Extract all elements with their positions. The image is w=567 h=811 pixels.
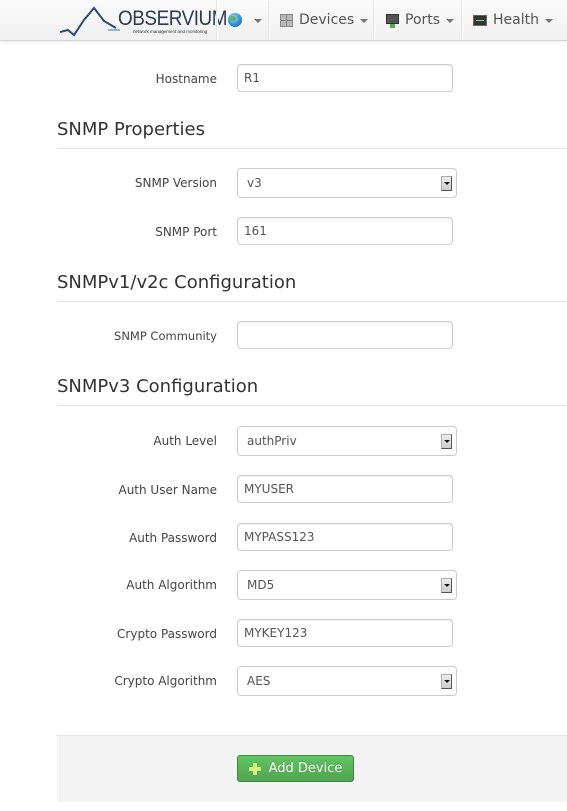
nav-globe-menu[interactable]	[228, 0, 262, 40]
logo-title: OBSERVIUM	[118, 7, 228, 30]
section-snmp-v1v2c: SNMPv1/v2c Configuration	[57, 272, 297, 293]
dropdown-arrow-icon[interactable]	[441, 674, 452, 689]
ports-icon	[386, 13, 399, 28]
auth-algorithm-value: MD5	[247, 578, 275, 592]
nav-health-menu[interactable]: Health	[473, 0, 553, 40]
section-divider	[57, 301, 567, 302]
auth-level-label: Auth Level	[153, 434, 217, 448]
crypto-algorithm-value: AES	[247, 674, 271, 688]
section-snmp-v3: SNMPv3 Configuration	[57, 376, 259, 397]
auth-password-label: Auth Password	[129, 531, 217, 545]
nav-ports-label: Ports	[405, 12, 441, 28]
auth-algorithm-label: Auth Algorithm	[126, 578, 217, 592]
crypto-password-label: Crypto Password	[117, 627, 217, 641]
crypto-algorithm-row: Crypto Algorithm AES	[0, 666, 567, 696]
auth-user-name-row: Auth User Name MYUSER	[0, 475, 567, 505]
globe-icon	[228, 13, 242, 27]
snmp-community-label: SNMP Community	[114, 329, 217, 343]
snmp-port-input[interactable]: 161	[237, 217, 453, 245]
plus-icon	[248, 762, 261, 775]
crypto-password-input[interactable]: MYKEY123	[237, 619, 453, 647]
hostname-input[interactable]: R1	[237, 64, 453, 92]
snmp-port-label: SNMP Port	[155, 225, 217, 239]
section-divider	[57, 405, 567, 406]
auth-level-row: Auth Level authPriv	[0, 426, 567, 456]
nav-devices-menu[interactable]: Devices	[280, 0, 369, 40]
snmp-version-row: SNMP Version v3	[0, 168, 567, 198]
caret-down-icon	[446, 19, 455, 23]
crypto-password-row: Crypto Password MYKEY123	[0, 619, 567, 649]
snmp-port-row: SNMP Port 161	[0, 217, 567, 247]
auth-password-row: Auth Password MYPASS123	[0, 523, 567, 553]
nav-divider	[268, 0, 270, 40]
snmp-version-label: SNMP Version	[134, 176, 217, 190]
dropdown-arrow-icon[interactable]	[441, 434, 452, 449]
nav-divider	[216, 0, 218, 40]
dropdown-arrow-icon[interactable]	[441, 176, 452, 191]
crypto-algorithm-label: Crypto Algorithm	[114, 674, 217, 688]
section-snmp-properties: SNMP Properties	[57, 119, 205, 140]
dropdown-arrow-icon[interactable]	[441, 578, 452, 593]
nav-devices-label: Devices	[299, 12, 355, 28]
auth-level-value: authPriv	[247, 434, 297, 448]
health-icon	[473, 14, 487, 26]
nav-divider	[373, 0, 375, 40]
auth-algorithm-select[interactable]: MD5	[237, 570, 457, 600]
add-device-label: Add Device	[268, 761, 343, 776]
auth-user-name-input[interactable]: MYUSER	[237, 475, 453, 503]
section-divider	[57, 148, 567, 149]
snmp-version-select[interactable]: v3	[237, 168, 457, 198]
crypto-algorithm-select[interactable]: AES	[237, 666, 457, 696]
caret-down-icon	[544, 19, 553, 23]
logo-subtitle: network management and monitoring	[133, 29, 208, 34]
hostname-label: Hostname	[155, 72, 217, 86]
logo-mountain-icon	[60, 6, 120, 37]
form-actions: Add Device	[57, 735, 567, 802]
nav-ports-menu[interactable]: Ports	[386, 0, 455, 40]
nav-health-label: Health	[493, 12, 539, 28]
hostname-row: Hostname R1	[0, 64, 567, 94]
snmp-community-input[interactable]	[237, 321, 453, 349]
auth-level-select[interactable]: authPriv	[237, 426, 457, 456]
devices-icon	[280, 13, 293, 27]
add-device-button[interactable]: Add Device	[237, 755, 354, 782]
snmp-version-value: v3	[247, 176, 262, 190]
caret-down-icon	[254, 19, 262, 23]
auth-user-name-label: Auth User Name	[118, 483, 217, 497]
top-navbar: OBSERVIUM network management and monitor…	[0, 0, 567, 41]
auth-password-input[interactable]: MYPASS123	[237, 523, 453, 551]
observium-logo[interactable]: OBSERVIUM network management and monitor…	[60, 4, 227, 38]
snmp-community-row: SNMP Community	[0, 321, 567, 351]
nav-divider	[461, 0, 463, 40]
caret-down-icon	[360, 19, 369, 23]
auth-algorithm-row: Auth Algorithm MD5	[0, 570, 567, 600]
